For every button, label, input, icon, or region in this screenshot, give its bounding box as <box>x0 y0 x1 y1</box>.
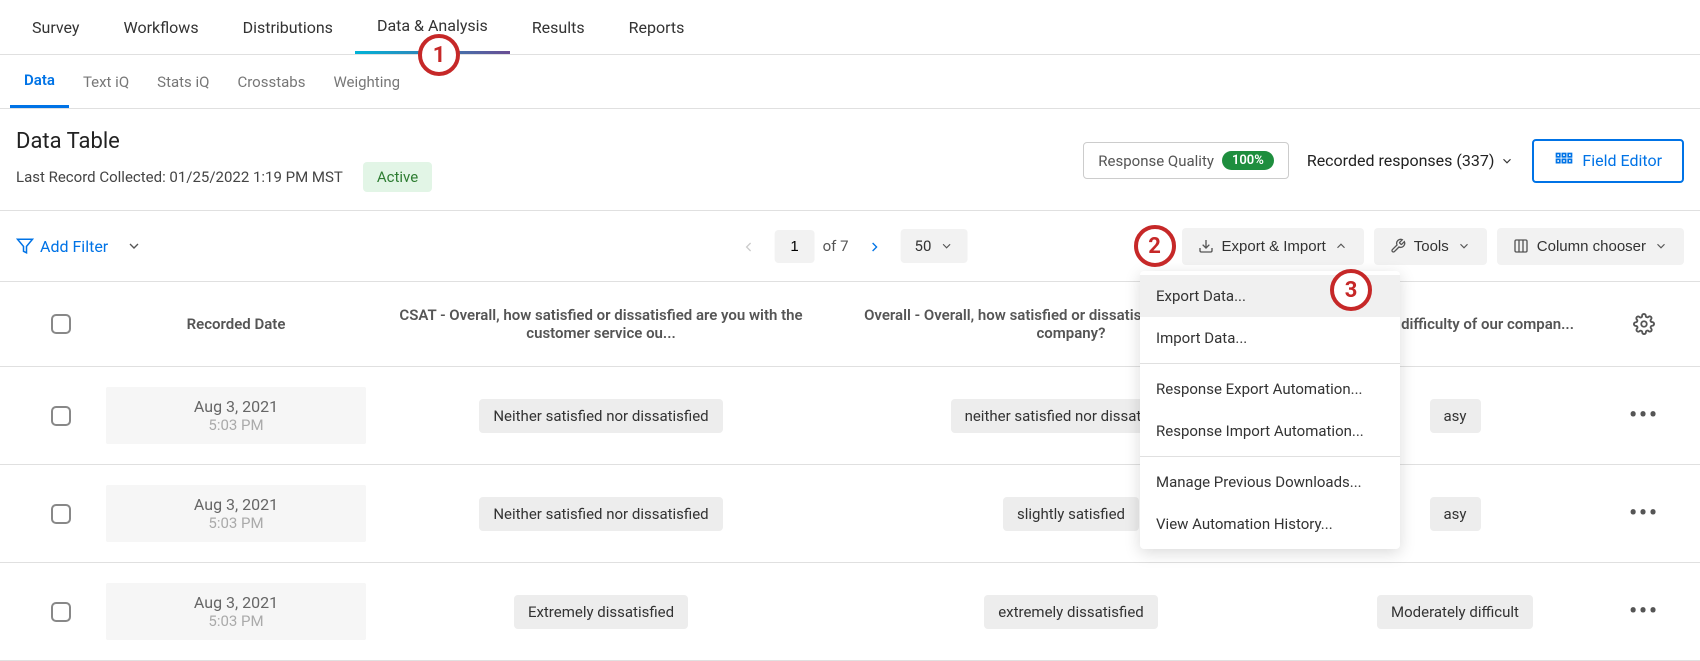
menu-response-export-automation[interactable]: Response Export Automation... <box>1140 368 1400 410</box>
time-value: 5:03 PM <box>106 612 366 630</box>
answer-csat: Extremely dissatisfied <box>514 595 688 629</box>
time-value: 5:03 PM <box>106 416 366 434</box>
page-input[interactable] <box>775 230 815 263</box>
nav-distributions[interactable]: Distributions <box>221 2 355 53</box>
row-actions-button[interactable]: ••• <box>1629 599 1659 624</box>
chevron-down-icon <box>939 239 953 253</box>
col-recorded-date[interactable]: Recorded Date <box>106 315 366 333</box>
subnav-stats-iq[interactable]: Stats iQ <box>143 57 223 107</box>
subnav-text-iq[interactable]: Text iQ <box>69 57 143 107</box>
date-cell: Aug 3, 2021 5:03 PM <box>106 485 366 542</box>
menu-divider <box>1140 363 1400 364</box>
chevron-down-icon <box>1500 154 1514 168</box>
add-filter-button[interactable]: Add Filter <box>16 237 108 256</box>
select-all-checkbox[interactable] <box>51 314 71 334</box>
columns-icon <box>1513 238 1529 254</box>
col-csat[interactable]: CSAT - Overall, how satisfied or dissati… <box>366 306 836 342</box>
menu-export-data[interactable]: Export Data... 3 <box>1140 275 1400 317</box>
date-cell: Aug 3, 2021 5:03 PM <box>106 387 366 444</box>
chevron-up-icon <box>1334 239 1348 253</box>
row-checkbox[interactable] <box>51 504 71 524</box>
chevron-left-icon <box>741 239 757 255</box>
row-actions-button[interactable]: ••• <box>1629 403 1659 428</box>
toolbar: Add Filter of 7 50 2 Export & Import Too <box>0 211 1700 282</box>
tools-button[interactable]: Tools <box>1374 228 1487 265</box>
callout-1: 1 <box>418 34 460 76</box>
date-value: Aug 3, 2021 <box>106 397 366 416</box>
top-nav: Survey Workflows Distributions Data & An… <box>0 0 1700 55</box>
field-editor-label: Field Editor <box>1582 151 1662 170</box>
answer-overall: extremely dissatisfied <box>984 595 1158 629</box>
export-import-button[interactable]: Export & Import <box>1182 228 1364 265</box>
callout-3: 3 <box>1330 269 1372 311</box>
subnav-data[interactable]: Data <box>10 55 69 108</box>
date-cell: Aug 3, 2021 5:03 PM <box>106 583 366 640</box>
date-value: Aug 3, 2021 <box>106 593 366 612</box>
row-checkbox[interactable] <box>51 406 71 426</box>
column-chooser-label: Column chooser <box>1537 238 1646 255</box>
nav-survey[interactable]: Survey <box>10 2 101 53</box>
export-import-label: Export & Import <box>1222 238 1326 255</box>
callout-2: 2 <box>1134 225 1176 267</box>
page-title: Data Table <box>16 129 432 154</box>
date-value: Aug 3, 2021 <box>106 495 366 514</box>
table-row: Aug 3, 2021 5:03 PM Neither satisfied no… <box>0 367 1700 465</box>
sub-nav: Data Text iQ Stats iQ Crosstabs Weightin… <box>0 55 1700 109</box>
answer-csat: Neither satisfied nor dissatisfied <box>479 399 722 433</box>
menu-export-data-label: Export Data... <box>1156 287 1246 305</box>
export-import-menu: Export Data... 3 Import Data... Response… <box>1140 271 1400 549</box>
tools-label: Tools <box>1414 238 1449 255</box>
chevron-down-icon <box>1654 239 1668 253</box>
header-right: Response Quality 100% Recorded responses… <box>1083 139 1684 183</box>
menu-manage-downloads[interactable]: Manage Previous Downloads... <box>1140 461 1400 503</box>
download-icon <box>1198 238 1214 254</box>
chevron-right-icon <box>867 239 883 255</box>
menu-response-import-automation[interactable]: Response Import Automation... <box>1140 410 1400 452</box>
answer-overall: slightly satisfied <box>1003 497 1139 531</box>
page-size-value: 50 <box>915 237 932 255</box>
time-value: 5:03 PM <box>106 514 366 532</box>
menu-divider <box>1140 456 1400 457</box>
prev-page-button[interactable] <box>733 232 765 261</box>
response-quality-label: Response Quality <box>1098 152 1214 170</box>
recorded-responses-dropdown[interactable]: Recorded responses (337) <box>1307 151 1515 170</box>
nav-workflows[interactable]: Workflows <box>101 2 220 53</box>
row-checkbox[interactable] <box>51 602 71 622</box>
field-editor-icon <box>1554 151 1574 171</box>
menu-view-automation-history[interactable]: View Automation History... <box>1140 503 1400 545</box>
nav-reports[interactable]: Reports <box>607 2 707 53</box>
subnav-weighting[interactable]: Weighting <box>319 57 414 107</box>
page-size-dropdown[interactable]: 50 <box>901 229 968 263</box>
column-chooser-button[interactable]: Column chooser <box>1497 228 1684 265</box>
answer-csat: Neither satisfied nor dissatisfied <box>479 497 722 531</box>
answer-ease: Moderately difficult <box>1377 595 1533 629</box>
last-record-label: Last Record Collected: 01/25/2022 1:19 P… <box>16 168 343 186</box>
table-row: Aug 3, 2021 5:03 PM Extremely dissatisfi… <box>0 563 1700 661</box>
answer-ease: asy <box>1430 497 1481 531</box>
response-quality-button[interactable]: Response Quality 100% <box>1083 142 1289 179</box>
header-row: Data Table Last Record Collected: 01/25/… <box>0 109 1700 211</box>
wrench-icon <box>1390 238 1406 254</box>
field-editor-button[interactable]: Field Editor <box>1532 139 1684 183</box>
status-badge: Active <box>363 162 432 192</box>
gear-icon[interactable] <box>1633 313 1655 335</box>
header-left: Data Table Last Record Collected: 01/25/… <box>16 129 432 192</box>
chevron-down-icon <box>1457 239 1471 253</box>
answer-ease: asy <box>1430 399 1481 433</box>
add-filter-label: Add Filter <box>40 237 108 256</box>
filter-icon <box>16 237 34 255</box>
table-head: Recorded Date CSAT - Overall, how satisf… <box>0 282 1700 367</box>
next-page-button[interactable] <box>859 232 891 261</box>
table-row: Aug 3, 2021 5:03 PM Neither satisfied no… <box>0 465 1700 563</box>
row-actions-button[interactable]: ••• <box>1629 501 1659 526</box>
menu-import-data[interactable]: Import Data... <box>1140 317 1400 359</box>
filter-chevron-icon[interactable] <box>126 238 142 254</box>
nav-results[interactable]: Results <box>510 2 607 53</box>
response-quality-pct: 100% <box>1222 151 1274 170</box>
subnav-crosstabs[interactable]: Crosstabs <box>223 57 319 107</box>
page-total-label: of 7 <box>823 237 849 255</box>
recorded-responses-label: Recorded responses (337) <box>1307 151 1495 170</box>
